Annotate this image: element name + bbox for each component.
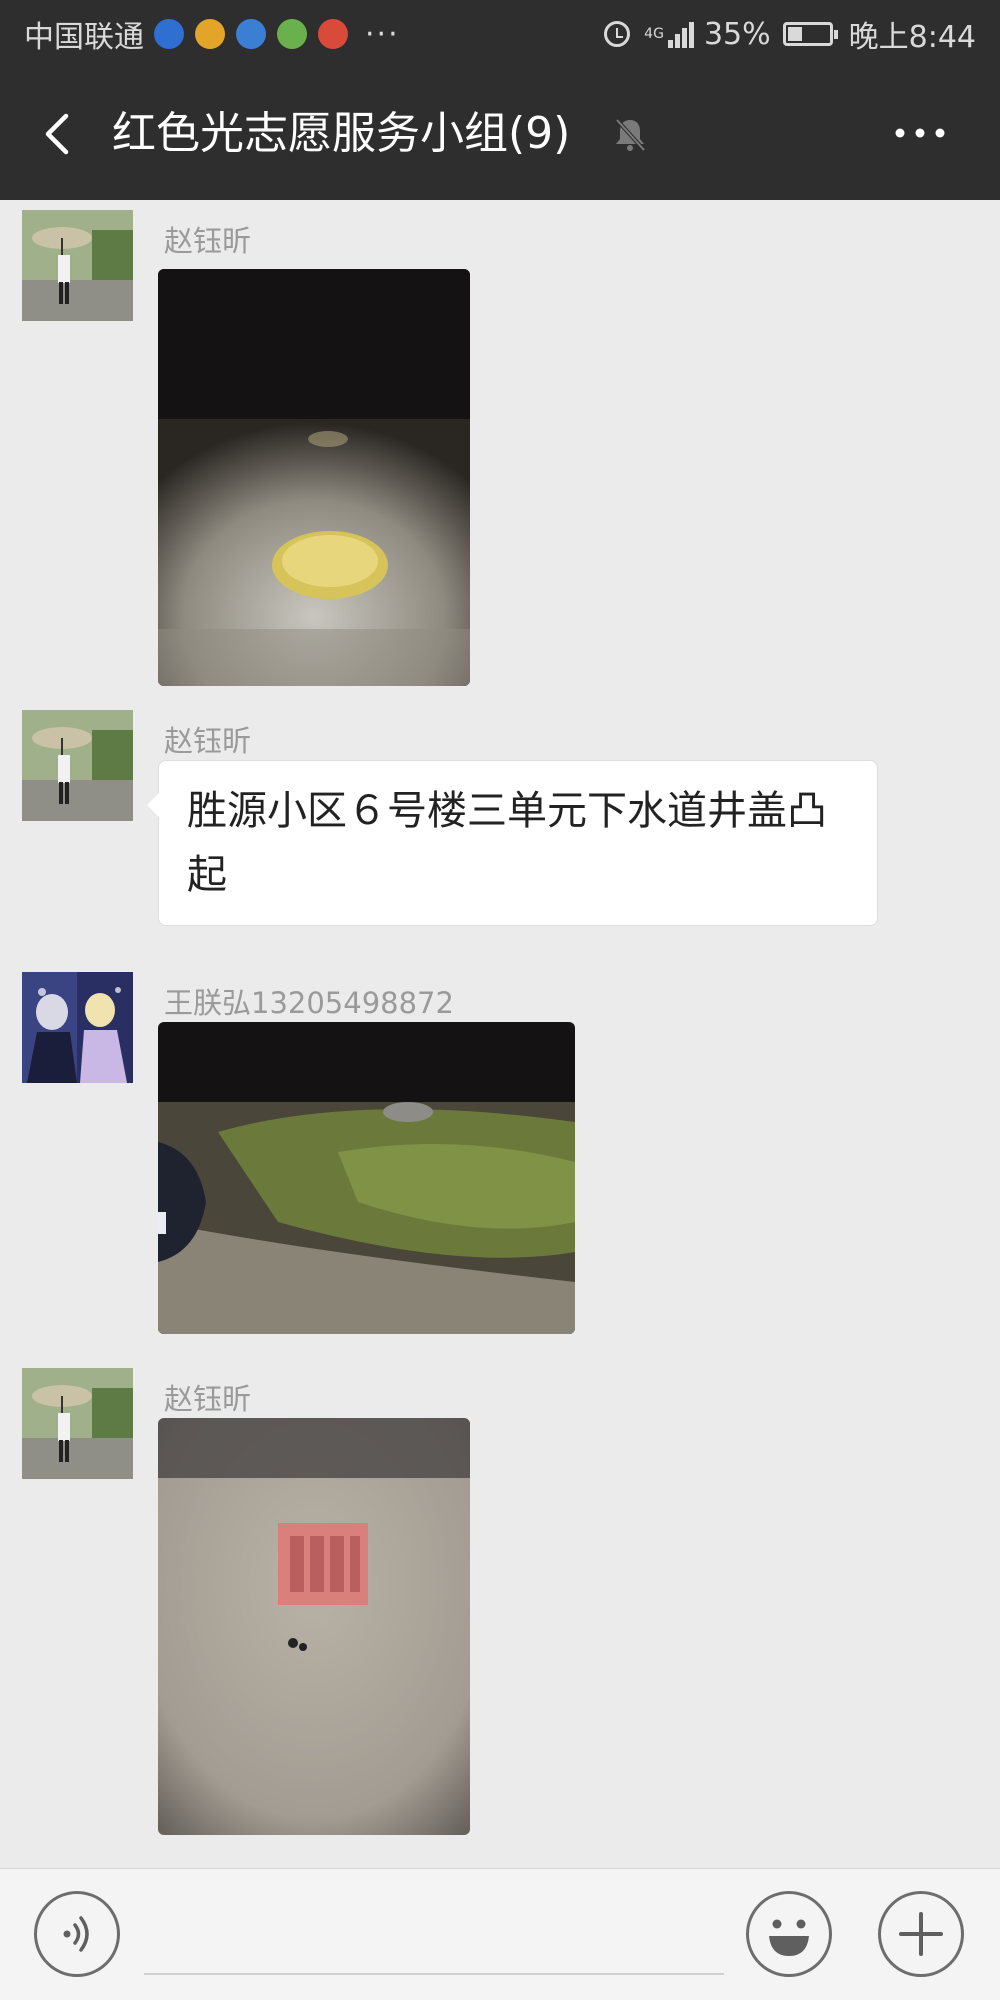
photo-message[interactable] xyxy=(158,1022,575,1334)
chat-header: 红色光志愿服务小组(9) xyxy=(0,68,1000,200)
bell-app-icon xyxy=(236,19,266,49)
status-bar: 中国联通 ··· 4G 35% 晚上8:44 xyxy=(0,0,1000,68)
text-message-bubble[interactable]: 胜源小区６号楼三单元下水道井盖凸起 xyxy=(147,760,878,926)
mute-bell-icon xyxy=(615,118,646,152)
mail-app-icon xyxy=(195,19,225,49)
battery-fill xyxy=(787,27,802,41)
avatar[interactable] xyxy=(22,1368,133,1479)
sender-name: 王朕弘13205498872 xyxy=(164,986,454,1020)
avatar[interactable] xyxy=(22,710,133,821)
input-bar xyxy=(0,1868,1000,2000)
shield-app-icon xyxy=(154,19,184,49)
message-list[interactable]: 赵钰昕 赵钰昕 胜源小区６号楼三单元下水道井盖凸起 王朕弘13205498872… xyxy=(0,200,1000,1868)
plus-icon xyxy=(899,1912,943,1956)
photo-message[interactable] xyxy=(158,269,470,686)
browser-app-icon xyxy=(318,19,348,49)
gallery-app-icon xyxy=(277,19,307,49)
sender-name: 赵钰昕 xyxy=(164,1382,252,1416)
clock: 晚上8:44 xyxy=(848,20,976,55)
more-functions-button[interactable] xyxy=(878,1891,964,1977)
back-arrow-icon[interactable] xyxy=(34,108,86,160)
voice-icon xyxy=(63,1916,89,1952)
emoji-button[interactable] xyxy=(746,1891,832,1977)
avatar[interactable] xyxy=(22,972,133,1083)
smiley-icon xyxy=(769,1919,809,1956)
signal-icon xyxy=(667,20,696,48)
carrier-label: 中国联通 xyxy=(24,20,144,55)
voice-input-button[interactable] xyxy=(34,1891,120,1977)
battery-icon xyxy=(782,22,838,46)
more-options-icon[interactable] xyxy=(890,118,950,148)
battery-percent: 35% xyxy=(703,16,771,52)
alarm-icon xyxy=(604,21,631,47)
more-notifications-icon: ··· xyxy=(365,16,400,52)
message-input[interactable] xyxy=(144,1899,724,1975)
chat-title: 红色光志愿服务小组(9) xyxy=(112,108,571,159)
photo-message[interactable] xyxy=(158,1418,470,1835)
sender-name: 赵钰昕 xyxy=(164,724,252,758)
network-type-label: 4G xyxy=(644,26,664,42)
avatar[interactable] xyxy=(22,210,133,321)
sender-name: 赵钰昕 xyxy=(164,224,252,258)
